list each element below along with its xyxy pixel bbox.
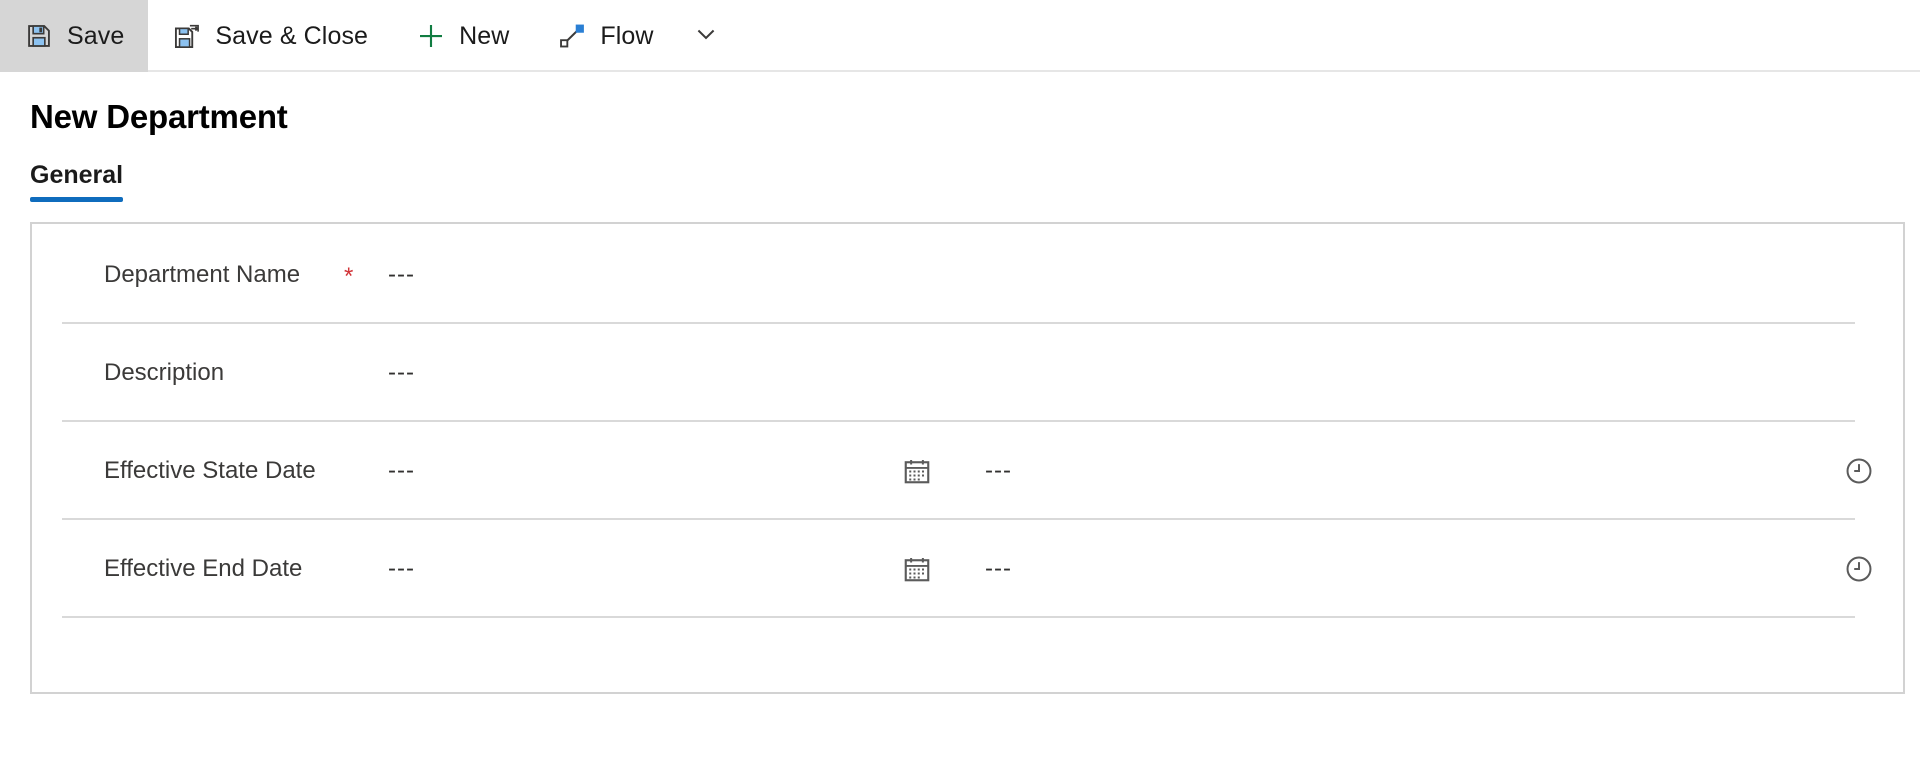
field-row-department-name: Department Name * --- bbox=[32, 226, 1903, 324]
flow-icon bbox=[557, 21, 587, 51]
field-value-effective-end-time[interactable]: --- bbox=[985, 555, 1012, 583]
field-value-effective-end-date[interactable]: --- bbox=[388, 555, 415, 583]
clock-icon[interactable] bbox=[1837, 449, 1881, 493]
required-indicator-placeholder bbox=[344, 567, 388, 571]
field-row-effective-state-date: Effective State Date --- --- bbox=[32, 422, 1903, 520]
field-label-effective-state-date: Effective State Date bbox=[104, 457, 316, 484]
command-bar: Save Save & Close New Flow bbox=[0, 0, 1920, 72]
command-bar-overflow-button[interactable] bbox=[678, 0, 734, 72]
field-value-description[interactable]: --- bbox=[388, 359, 415, 387]
field-label-department-name: Department Name bbox=[104, 261, 301, 288]
field-row-effective-end-date: Effective End Date --- --- bbox=[32, 520, 1903, 618]
save-icon bbox=[24, 21, 54, 51]
page-body: New Department General Department Name *… bbox=[0, 72, 1920, 694]
save-and-close-button-label: Save & Close bbox=[215, 21, 369, 50]
field-row-description: Description --- bbox=[32, 324, 1903, 422]
tab-general-label: General bbox=[30, 161, 124, 189]
flow-button-label: Flow bbox=[600, 21, 654, 50]
save-close-icon bbox=[172, 21, 202, 51]
field-label-description: Description bbox=[104, 359, 225, 386]
required-indicator-placeholder bbox=[344, 469, 388, 473]
flow-button[interactable]: Flow bbox=[533, 0, 677, 72]
field-value-department-name[interactable]: --- bbox=[388, 261, 415, 289]
field-label-effective-end-date: Effective End Date bbox=[104, 555, 303, 582]
clock-icon[interactable] bbox=[1837, 547, 1881, 591]
general-form-card: Department Name * --- Description --- Ef… bbox=[30, 222, 1905, 694]
required-indicator: * bbox=[344, 263, 354, 290]
plus-icon bbox=[416, 21, 446, 51]
calendar-icon[interactable] bbox=[895, 449, 939, 493]
field-value-effective-state-date[interactable]: --- bbox=[388, 457, 415, 485]
new-button[interactable]: New bbox=[392, 0, 533, 72]
save-button[interactable]: Save bbox=[0, 0, 149, 72]
save-and-close-button[interactable]: Save & Close bbox=[148, 0, 392, 72]
field-value-effective-state-time[interactable]: --- bbox=[985, 457, 1012, 485]
calendar-icon[interactable] bbox=[895, 547, 939, 591]
required-indicator-placeholder bbox=[344, 371, 388, 375]
new-button-label: New bbox=[459, 21, 510, 50]
tab-general[interactable]: General bbox=[30, 161, 124, 202]
chevron-down-icon bbox=[692, 20, 720, 53]
page-title: New Department bbox=[30, 98, 288, 135]
tab-strip: General bbox=[0, 136, 1920, 202]
save-button-label: Save bbox=[67, 21, 125, 50]
